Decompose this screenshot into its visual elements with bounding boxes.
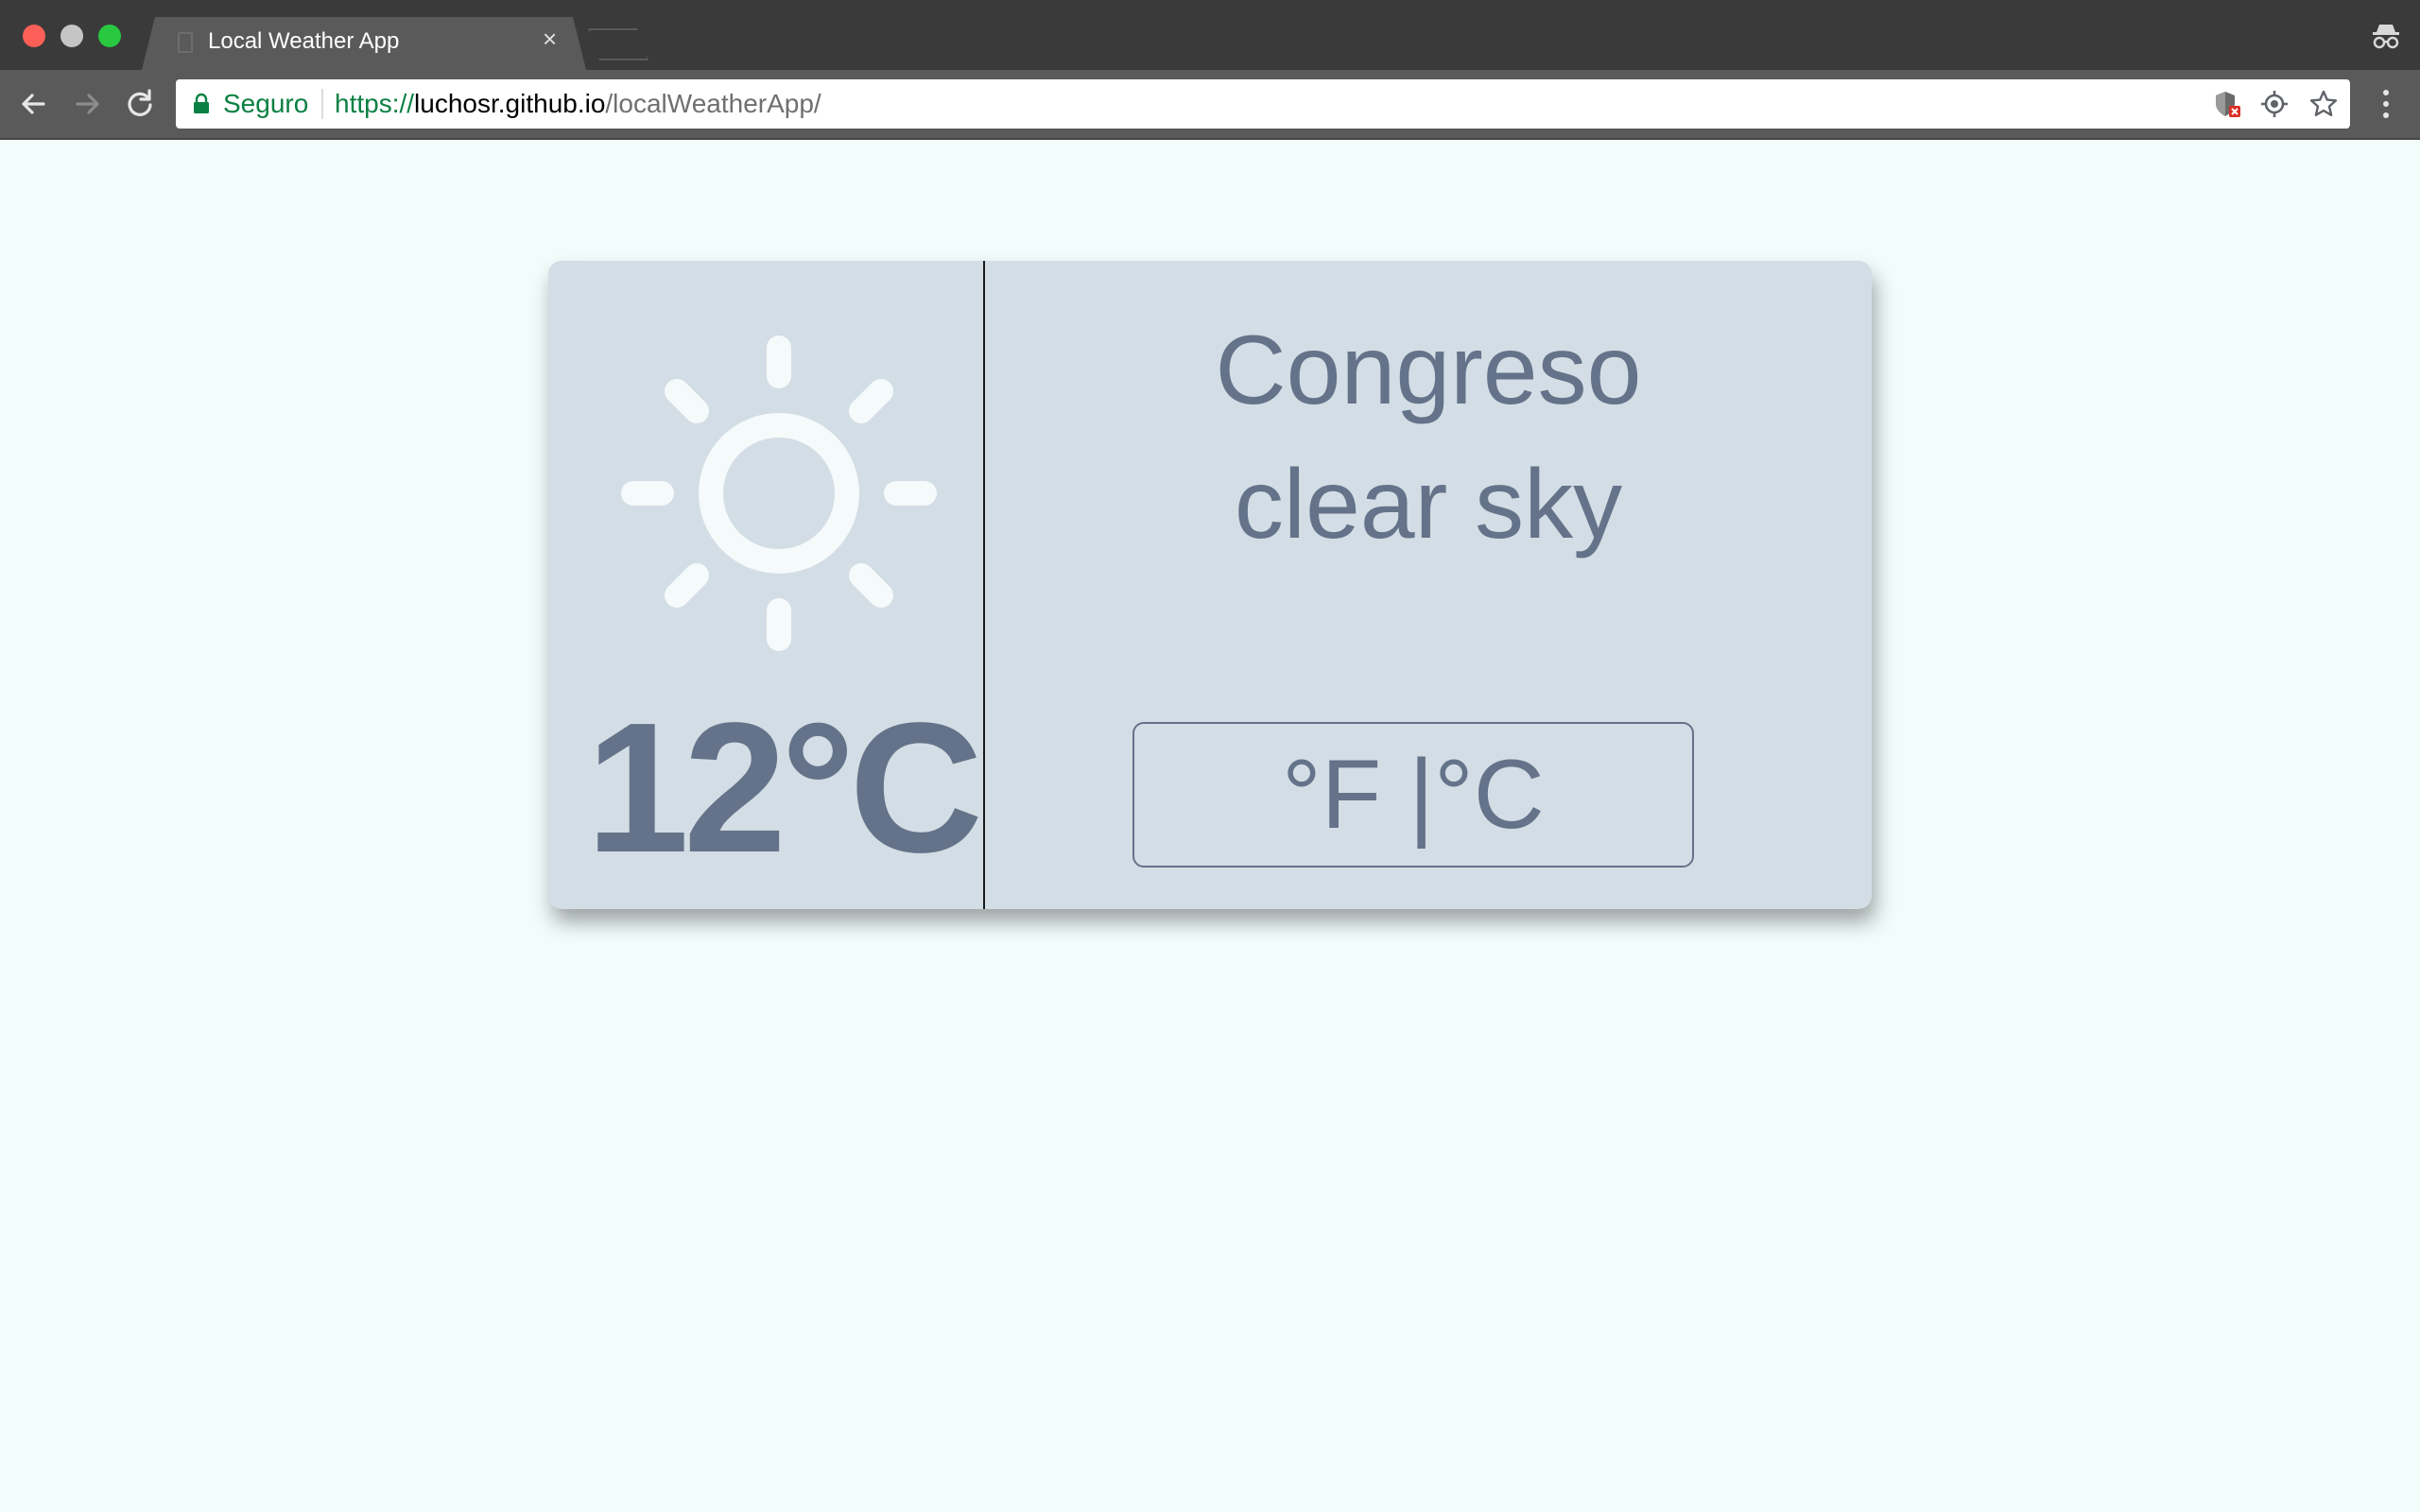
tab-close-icon[interactable]: × [543,26,557,51]
close-window-button[interactable] [23,25,45,47]
star-icon[interactable] [2308,89,2339,119]
page-icon [178,32,193,53]
menu-icon[interactable] [2380,87,2392,121]
sun-icon [621,335,937,651]
forward-icon[interactable] [68,85,106,123]
secure-label[interactable]: Seguro [223,89,308,119]
weather-description: clear sky [1234,450,1623,559]
maximize-window-button[interactable] [98,25,121,47]
toolbar-border [0,138,2420,140]
location-target-icon[interactable] [2259,89,2290,119]
url-text[interactable]: https://luchosr.github.io/localWeatherAp… [335,89,821,119]
url-host: luchosr.github.io [414,89,606,118]
tab-title: Local Weather App [208,28,400,54]
city-name: Congreso [1215,316,1642,425]
shield-icon[interactable] [2212,89,2242,119]
reload-icon[interactable] [121,85,159,123]
address-divider [321,89,323,119]
back-icon[interactable] [15,85,53,123]
minimize-window-button[interactable] [60,25,83,47]
unit-toggle-button[interactable]: °F |°C [1132,722,1694,868]
temperature-value: 12°C [586,684,983,891]
lock-icon[interactable] [193,93,210,113]
url-scheme: https:// [335,89,415,118]
url-path: /localWeatherApp/ [605,89,821,118]
incognito-icon[interactable] [2369,19,2403,53]
